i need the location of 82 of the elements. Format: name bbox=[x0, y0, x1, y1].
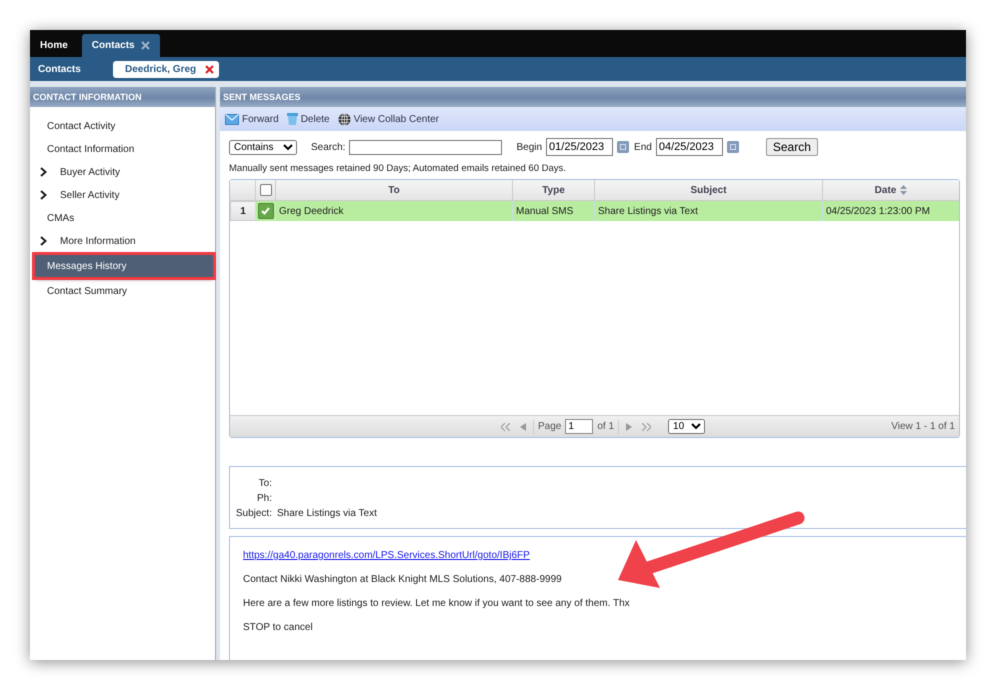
column-header[interactable]: Date bbox=[823, 180, 959, 200]
toolbar-button[interactable]: Forward bbox=[223, 114, 281, 124]
contact-name: Deedrick, Greg bbox=[125, 64, 196, 74]
tab-label: Contacts bbox=[92, 40, 135, 51]
page-number-field[interactable]: 1 bbox=[565, 419, 594, 434]
top-tab[interactable]: Contacts bbox=[82, 34, 160, 57]
end-label: End bbox=[634, 142, 652, 152]
begin-date-field[interactable]: 01/25/2023 bbox=[546, 138, 614, 156]
tab-label: Home bbox=[40, 40, 68, 51]
toolbar-button[interactable]: View Collab Center bbox=[336, 112, 442, 126]
table-cell: Share Listings via Text bbox=[595, 201, 823, 221]
sidebar-item[interactable]: Messages History bbox=[35, 255, 213, 277]
item-label: Buyer Activity bbox=[60, 166, 120, 178]
field-label: To: bbox=[258, 478, 272, 489]
sidebar-item[interactable]: Seller Activity bbox=[30, 186, 215, 204]
item-label: Contact Information bbox=[47, 144, 134, 154]
view-count: View 1 - 1 of 1 bbox=[891, 421, 956, 432]
sidebar-item[interactable]: Buyer Activity bbox=[30, 163, 215, 181]
search-field[interactable] bbox=[349, 140, 502, 154]
end-date-field[interactable]: 04/25/2023 bbox=[656, 138, 723, 156]
page-label: Page bbox=[538, 421, 562, 432]
message-paragraph: STOP to cancel bbox=[243, 622, 314, 633]
column-header[interactable]: To bbox=[276, 180, 513, 200]
page-count: of 1 bbox=[597, 421, 614, 432]
item-label: Seller Activity bbox=[60, 190, 120, 200]
contact-tab[interactable]: Deedrick, Greg bbox=[113, 60, 220, 78]
panel-header: SENT MESSAGES bbox=[220, 87, 966, 107]
breadcrumb-label[interactable]: Contacts bbox=[38, 64, 113, 74]
chevron-icon[interactable] bbox=[40, 190, 47, 200]
field-value: Share Listings via Text bbox=[277, 508, 377, 519]
column-label: Type bbox=[542, 184, 565, 196]
item-label: CMAs bbox=[47, 212, 74, 224]
previous-page-icon[interactable] bbox=[520, 422, 526, 430]
close-icon[interactable] bbox=[205, 64, 214, 74]
table-cell: Manual SMS bbox=[513, 201, 595, 221]
page-size-dropdown[interactable]: 10 bbox=[668, 419, 706, 434]
sidebar-item[interactable]: Contact Summary bbox=[30, 282, 215, 300]
sidebar-item[interactable]: More Information bbox=[30, 232, 215, 250]
item-label: Contact Activity bbox=[47, 120, 116, 132]
table-cell-text: 04/25/2023 1:23:00 PM bbox=[825, 204, 931, 218]
sort-icon[interactable] bbox=[900, 185, 908, 195]
sidebar-item[interactable]: Contact Activity bbox=[30, 117, 215, 135]
chevron-icon[interactable] bbox=[40, 167, 47, 177]
close-icon[interactable] bbox=[140, 41, 150, 50]
message-row[interactable]: 1 Greg Deedrick Manual SMS Share Listings via Text 04/25/2023 1:23:00 PM bbox=[230, 201, 959, 221]
next-page-icon[interactable] bbox=[626, 422, 632, 430]
select-all-checkbox[interactable] bbox=[260, 184, 272, 196]
sidebar-item[interactable]: Contact Information bbox=[30, 140, 215, 158]
column-header[interactable]: Type bbox=[513, 180, 595, 200]
search-label: Search: bbox=[311, 142, 346, 152]
item-label: Messages History bbox=[47, 260, 126, 272]
row-number: 1 bbox=[230, 201, 256, 221]
table-cell: Greg Deedrick bbox=[276, 201, 513, 221]
field-label: Ph: bbox=[256, 493, 272, 504]
calendar-icon[interactable] bbox=[726, 141, 739, 153]
sidebar-item[interactable]: CMAs bbox=[30, 209, 215, 227]
column-label: Date bbox=[874, 184, 896, 196]
item-label: Contact Summary bbox=[47, 286, 128, 296]
column-label: To bbox=[388, 184, 400, 196]
globe-icon bbox=[338, 112, 351, 126]
match-mode-dropdown[interactable]: Contains bbox=[229, 140, 297, 154]
column-header[interactable]: Subject bbox=[595, 180, 823, 200]
check-icon bbox=[261, 207, 270, 215]
last-page-icon[interactable] bbox=[642, 422, 652, 430]
panel-header: CONTACT INFORMATION bbox=[30, 87, 215, 107]
retention-note: Manually sent messages retained 90 Days; Automated emails retained 60 Days. bbox=[228, 162, 567, 174]
short-url-link[interactable]: https://ga40.paragonrels.com/LPS.Services.ShortUrl/goto/IBj6FP bbox=[243, 550, 530, 561]
row-checkbox[interactable] bbox=[258, 203, 274, 219]
item-label: More Information bbox=[60, 236, 136, 246]
top-tab[interactable]: Home bbox=[32, 34, 76, 57]
begin-label: Begin bbox=[516, 142, 542, 152]
calendar-icon[interactable] bbox=[617, 141, 630, 153]
field-label: Subject: bbox=[234, 508, 272, 519]
envelope-icon bbox=[225, 114, 239, 124]
message-paragraph: Contact Nikki Washington at Black Knight MLS Solutions, 407-888-9999 bbox=[243, 574, 563, 585]
toolbar-button[interactable]: Delete bbox=[284, 113, 332, 125]
message-paragraph: Here are a few more listings to review. Let me know if you want to see any of them. Thx bbox=[243, 598, 631, 609]
bin-icon bbox=[286, 113, 298, 125]
first-page-icon[interactable] bbox=[501, 422, 510, 430]
chevron-icon[interactable] bbox=[40, 236, 47, 246]
search-button[interactable]: Search bbox=[766, 138, 818, 156]
column-label: Subject bbox=[690, 184, 727, 196]
